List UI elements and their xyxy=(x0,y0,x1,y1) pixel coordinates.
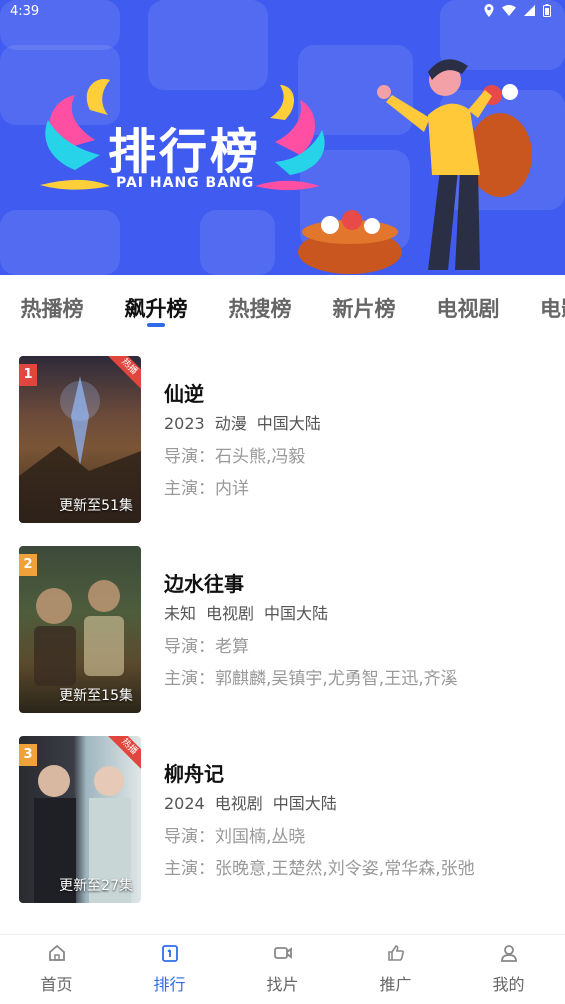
tab-rising[interactable]: 飙升榜 xyxy=(104,275,208,327)
nav-mine[interactable]: 我的 xyxy=(452,935,565,1004)
tab-label: 电影 xyxy=(540,297,565,321)
nav-find[interactable]: 找片 xyxy=(226,935,339,1004)
item-year: 未知 xyxy=(164,604,197,623)
status-bar: 4:39 xyxy=(0,0,565,26)
list-item[interactable]: 1 热播 更新至51集 仙逆 2023 动漫 中国大陆 导演：石头熊,冯毅 主演：内… xyxy=(0,356,565,546)
nav-label: 首页 xyxy=(40,975,73,994)
rank-badge: 1 xyxy=(19,364,37,386)
ranking-list: 1 热播 更新至51集 仙逆 2023 动漫 中国大陆 导演：石头熊,冯毅 主演：内… xyxy=(0,356,565,926)
item-meta: 未知 电视剧 中国大陆 xyxy=(164,600,554,632)
signal-icon xyxy=(524,5,535,19)
nav-ranking[interactable]: 排行 xyxy=(113,935,226,1004)
location-icon xyxy=(484,4,494,20)
rank-badge: 2 xyxy=(19,554,37,576)
status-time: 4:39 xyxy=(10,4,40,19)
item-director: 导演：刘国楠,丛晓 xyxy=(164,827,306,847)
item-info: 边水往事 未知 电视剧 中国大陆 导演：老算 主演：郭麒麟,吴镇宇,尤勇智,王迅,齐… xyxy=(164,568,554,696)
tab-label: 热播榜 xyxy=(20,297,84,321)
item-year: 2023 xyxy=(164,414,205,433)
poster-image[interactable]: 3 热播 更新至27集 xyxy=(19,736,141,903)
list-item[interactable]: 2 更新至15集 边水往事 未知 电视剧 中国大陆 导演：老算 主演：郭麒麟,吴镇宇… xyxy=(0,546,565,736)
item-title[interactable]: 仙逆 xyxy=(164,378,554,410)
nav-label: 排行 xyxy=(153,975,186,994)
home-icon xyxy=(0,943,113,963)
item-region: 中国大陆 xyxy=(272,794,337,813)
nav-label: 我的 xyxy=(492,975,525,994)
nav-label: 找片 xyxy=(266,975,299,994)
tab-hot-play[interactable]: 热播榜 xyxy=(0,275,104,323)
item-region: 中国大陆 xyxy=(256,414,321,433)
ranking-page: 4:39 排行榜 PAI HANG BANG 热播榜 飙升榜 热搜榜 新片榜 电… xyxy=(0,0,565,1004)
item-director: 导演：石头熊,冯毅 xyxy=(164,447,306,467)
tab-label: 电视剧 xyxy=(436,297,500,321)
episode-update: 更新至15集 xyxy=(59,688,133,704)
item-genre: 电视剧 xyxy=(214,794,263,813)
banner-title: 排行榜 xyxy=(108,124,262,180)
ranking-tabs: 热播榜 飙升榜 热搜榜 新片榜 电视剧 电影 xyxy=(0,275,565,335)
item-cast: 主演：郭麒麟,吴镇宇,尤勇智,王迅,齐溪 xyxy=(164,669,458,689)
poster-image[interactable]: 1 热播 更新至51集 xyxy=(19,356,141,523)
tab-hot-search[interactable]: 热搜榜 xyxy=(208,275,312,323)
tab-label: 飙升榜 xyxy=(124,297,188,321)
item-meta: 2024 电视剧 中国大陆 xyxy=(164,790,554,822)
item-cast: 主演：张晚意,王楚然,刘令姿,常华森,张弛 xyxy=(164,859,475,879)
tab-new-release[interactable]: 新片榜 xyxy=(312,275,416,323)
banner-illustration xyxy=(40,59,532,274)
bottom-nav: 首页 排行 找片 推广 我的 xyxy=(0,934,565,1004)
item-genre: 动漫 xyxy=(214,414,247,433)
nav-promote[interactable]: 推广 xyxy=(339,935,452,1004)
item-title[interactable]: 柳舟记 xyxy=(164,758,554,790)
tab-label: 热搜榜 xyxy=(228,297,292,321)
list-item[interactable]: 3 热播 更新至27集 柳舟记 2024 电视剧 中国大陆 导演：刘国楠,丛晓 主演… xyxy=(0,736,565,926)
item-region: 中国大陆 xyxy=(264,604,329,623)
tab-active-indicator xyxy=(147,323,165,327)
episode-update: 更新至27集 xyxy=(59,878,133,894)
episode-update: 更新至51集 xyxy=(59,498,133,514)
battery-icon xyxy=(543,4,551,20)
ranking-banner: 排行榜 PAI HANG BANG xyxy=(0,0,565,275)
user-icon xyxy=(452,943,565,963)
status-icons xyxy=(484,4,551,20)
tab-label: 新片榜 xyxy=(332,297,396,321)
item-info: 柳舟记 2024 电视剧 中国大陆 导演：刘国楠,丛晓 主演：张晚意,王楚然,刘令姿… xyxy=(164,758,554,886)
nav-label: 推广 xyxy=(379,975,412,994)
item-meta: 2023 动漫 中国大陆 xyxy=(164,410,554,442)
item-year: 2024 xyxy=(164,794,205,813)
nav-home[interactable]: 首页 xyxy=(0,935,113,1004)
thumb-up-icon xyxy=(339,943,452,963)
item-title[interactable]: 边水往事 xyxy=(164,568,554,600)
video-icon xyxy=(226,943,339,963)
rank-badge: 3 xyxy=(19,744,37,766)
tab-movie[interactable]: 电影 xyxy=(520,275,565,323)
poster-image[interactable]: 2 更新至15集 xyxy=(19,546,141,713)
wifi-icon xyxy=(502,5,516,19)
tab-tv-series[interactable]: 电视剧 xyxy=(416,275,520,323)
item-genre: 电视剧 xyxy=(206,604,255,623)
item-director: 导演：老算 xyxy=(164,637,249,657)
item-cast: 主演：内详 xyxy=(164,479,249,499)
item-info: 仙逆 2023 动漫 中国大陆 导演：石头熊,冯毅 主演：内详 xyxy=(164,378,554,506)
ranking-icon xyxy=(113,943,226,963)
banner-subtitle: PAI HANG BANG xyxy=(116,175,255,191)
